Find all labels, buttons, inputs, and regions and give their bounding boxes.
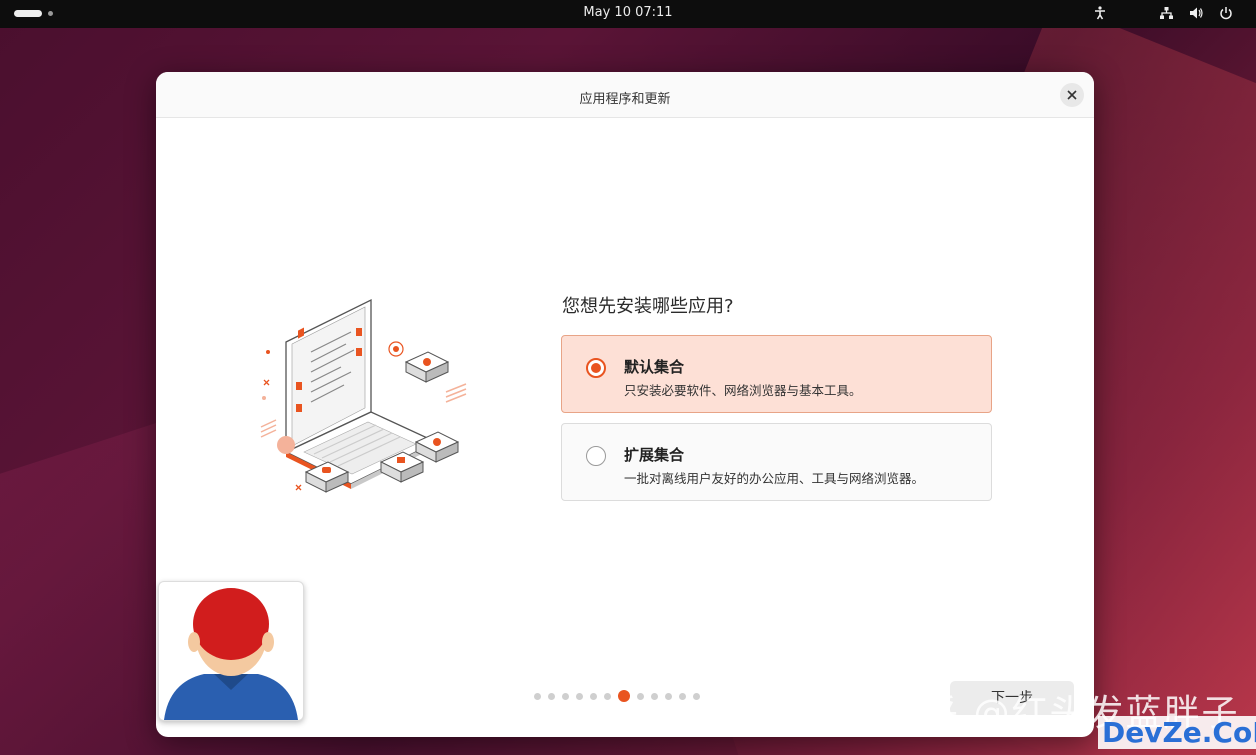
pager-dot bbox=[534, 692, 541, 700]
avatar-overlay bbox=[158, 581, 304, 721]
pager-dot bbox=[576, 692, 583, 700]
close-button[interactable] bbox=[1060, 83, 1084, 107]
network-icon[interactable] bbox=[1158, 5, 1174, 21]
option-extended-collection[interactable]: 扩展集合 一批对离线用户友好的办公应用、工具与网络浏览器。 bbox=[561, 423, 992, 501]
option-default-collection[interactable]: 默认集合 只安装必要软件、网络浏览器与基本工具。 bbox=[561, 335, 992, 413]
dialog-header: 应用程序和更新 bbox=[156, 72, 1094, 118]
power-icon[interactable] bbox=[1218, 5, 1234, 21]
close-icon bbox=[1067, 90, 1077, 100]
radio-unselected[interactable] bbox=[586, 446, 606, 466]
accessibility-icon[interactable] bbox=[1092, 5, 1108, 21]
volume-icon[interactable] bbox=[1188, 5, 1204, 21]
pager-dot bbox=[679, 692, 686, 700]
top-bar: May 10 07:11 bbox=[0, 0, 1256, 28]
option-title: 扩展集合 bbox=[624, 446, 685, 464]
radio-selected[interactable] bbox=[586, 358, 606, 378]
option-title: 默认集合 bbox=[624, 358, 685, 376]
pager-dot bbox=[604, 692, 611, 700]
option-description: 一批对离线用户友好的办公应用、工具与网络浏览器。 bbox=[624, 471, 925, 486]
option-description: 只安装必要软件、网络浏览器与基本工具。 bbox=[624, 383, 862, 398]
question-heading: 您想先安装哪些应用? bbox=[562, 296, 734, 317]
pager-dot bbox=[548, 692, 555, 700]
step-pager bbox=[534, 690, 700, 702]
pager-dot bbox=[637, 692, 644, 700]
pager-dot bbox=[665, 692, 672, 700]
dialog-title: 应用程序和更新 bbox=[579, 92, 671, 107]
pager-dot bbox=[590, 692, 597, 700]
clock[interactable]: May 10 07:11 bbox=[0, 5, 1256, 20]
laptop-apps-illustration bbox=[260, 298, 467, 493]
system-tray[interactable] bbox=[1092, 5, 1234, 21]
pager-dot bbox=[693, 692, 700, 700]
avatar-image bbox=[164, 588, 298, 720]
pager-dot bbox=[651, 692, 658, 700]
pager-dot bbox=[562, 692, 569, 700]
pager-dot-active bbox=[618, 690, 630, 702]
watermark-site: DevZe.CoM bbox=[1098, 716, 1256, 749]
